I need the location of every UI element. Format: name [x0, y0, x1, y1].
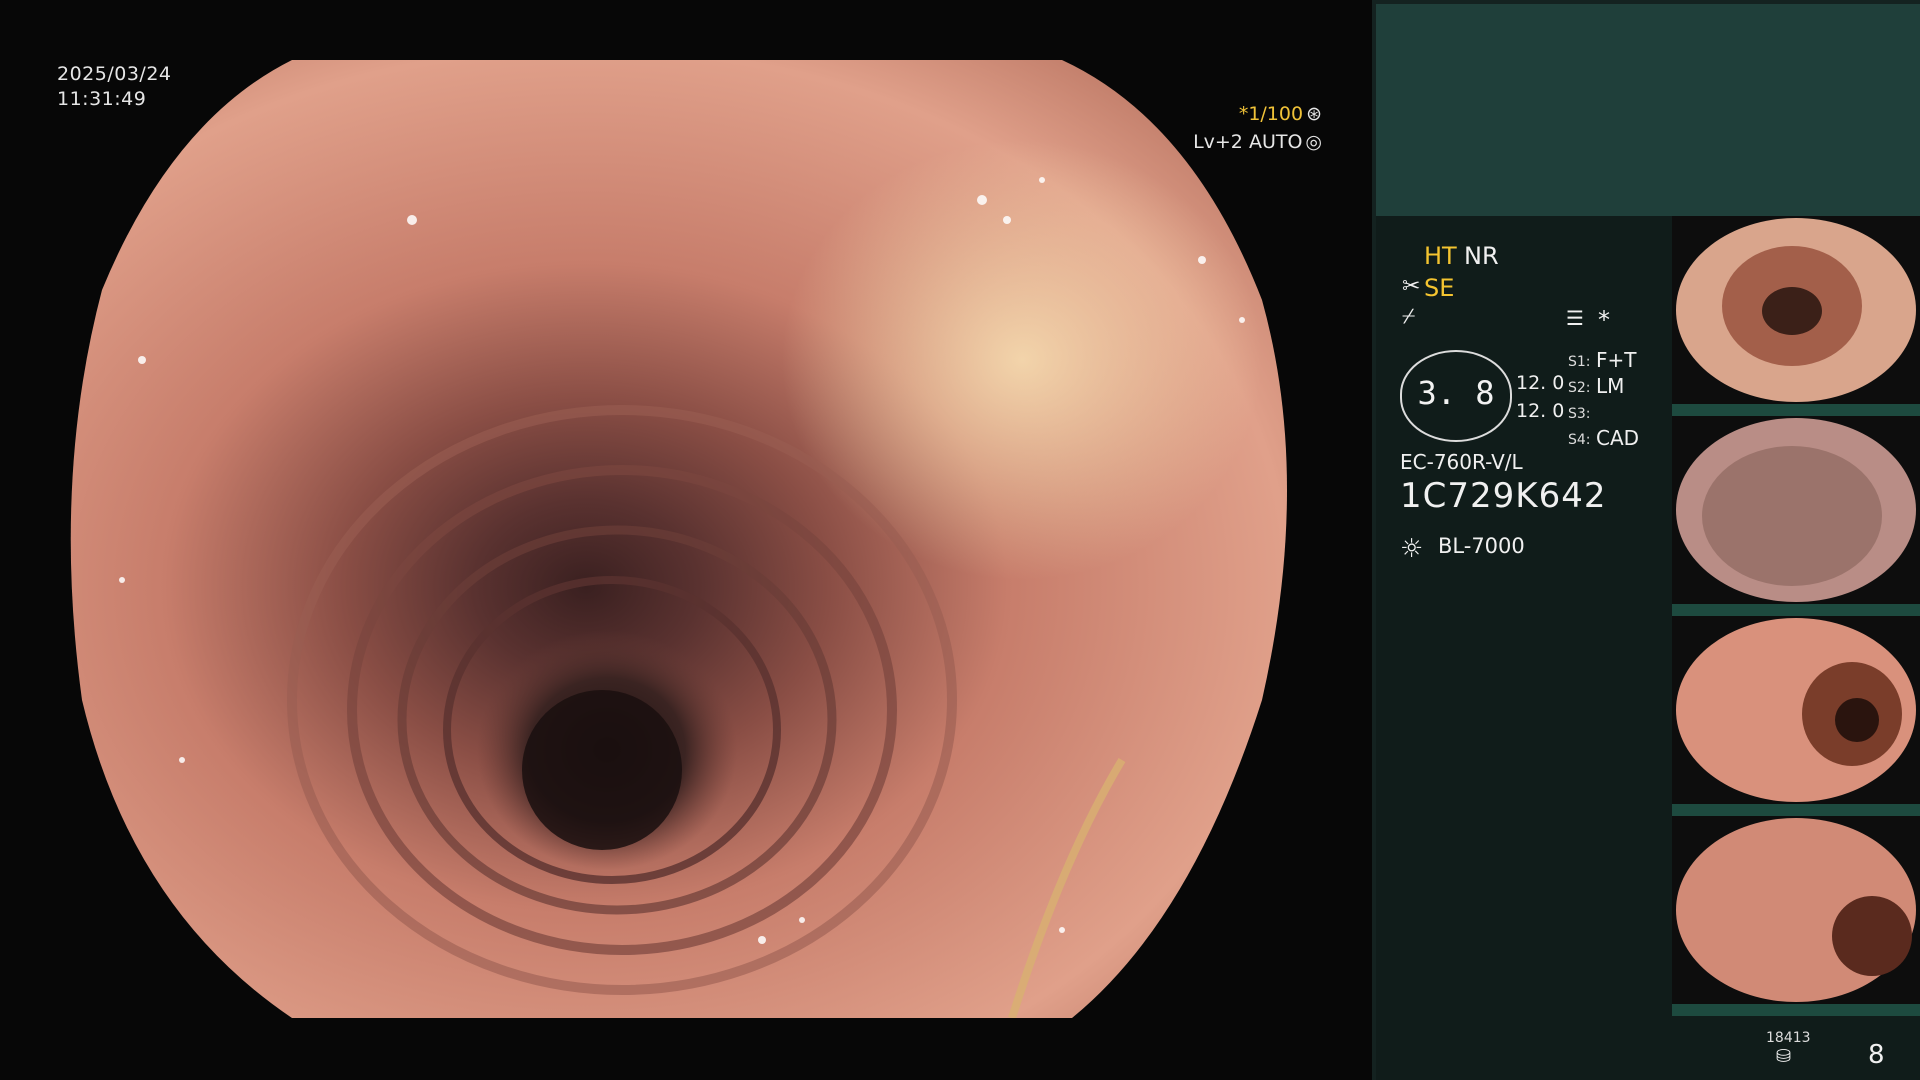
thumbnail[interactable]: [1672, 816, 1920, 1016]
exposure-overlay: *1/100 ⊛ Lv+2 AUTO ◎: [1193, 100, 1322, 156]
endoscope-image: [62, 60, 1310, 1018]
s1-value: F+T: [1596, 348, 1637, 372]
captured-images: [1672, 216, 1920, 1016]
s1-label: S1:: [1568, 354, 1591, 370]
s2-label: S2:: [1568, 380, 1591, 396]
sun-icon: ☼: [1400, 534, 1424, 564]
se-indicator: SE: [1424, 274, 1455, 302]
colon-lumen-image: [70, 60, 1287, 1018]
datetime-overlay: 2025/03/24 11:31:49: [57, 62, 172, 112]
star-indicator: *: [1598, 306, 1610, 334]
storage-count: 18413: [1766, 1030, 1811, 1046]
time-text: 11:31:49: [57, 88, 147, 110]
menu-icon: ☰: [1566, 306, 1584, 330]
thumbnail[interactable]: [1672, 416, 1920, 616]
light-source: BL-7000: [1438, 534, 1525, 558]
ht-indicator: HT: [1424, 242, 1457, 270]
value-1: 12. 0: [1516, 372, 1565, 394]
zoom-gauge: 3. 8: [1400, 350, 1512, 442]
scissor-icon: ✂: [1402, 274, 1421, 299]
thumbnail-image: [1676, 418, 1916, 602]
panel-header: [1376, 4, 1920, 216]
s4-value: CAD: [1596, 426, 1640, 450]
s3-label: S3:: [1568, 406, 1591, 422]
thumbnail[interactable]: [1672, 616, 1920, 816]
thumbnail-image: [1676, 218, 1916, 402]
aperture-icon: ⊛: [1306, 103, 1322, 125]
s2-value: LM: [1596, 374, 1625, 398]
ring-icon: ◎: [1305, 131, 1322, 153]
scope-model: EC-760R-V/L: [1400, 450, 1523, 474]
image-count: 8: [1868, 1040, 1885, 1070]
thumbnail-image: [1676, 618, 1916, 802]
shutter-speed: *1/100: [1238, 103, 1304, 125]
scope-serial: 1C729K642: [1400, 476, 1607, 516]
date-text: 2025/03/24: [57, 63, 172, 85]
status-panel: HT NR ✂ SE ⌿ ☰ * 3. 8 12. 0 12. 0 S1: F+…: [1372, 0, 1920, 1080]
thumbnail-image: [1676, 818, 1916, 1002]
brightness-level: Lv+2 AUTO: [1193, 131, 1303, 153]
main-endoscope-view: 2025/03/24 11:31:49 *1/100 ⊛ Lv+2 AUTO ◎: [0, 0, 1372, 1080]
value-2: 12. 0: [1516, 400, 1565, 422]
storage-icon: ⛁: [1776, 1046, 1792, 1067]
nr-indicator: NR: [1464, 242, 1499, 270]
fiber-icon: ⌿: [1402, 304, 1416, 329]
thumbnail[interactable]: [1672, 216, 1920, 416]
s4-label: S4:: [1568, 432, 1591, 448]
gauge-value: 3. 8: [1417, 374, 1495, 412]
